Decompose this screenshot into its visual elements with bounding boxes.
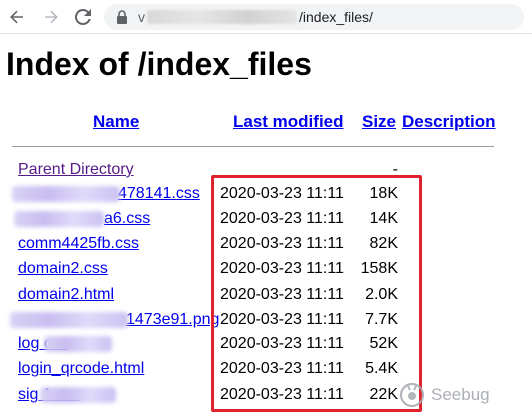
reload-icon[interactable]	[72, 6, 94, 28]
filename-redaction	[12, 186, 120, 202]
watermark: Seebug	[398, 380, 490, 410]
lock-icon	[116, 10, 128, 24]
filename-redaction	[10, 312, 128, 328]
column-header-size[interactable]: Size	[362, 112, 396, 132]
column-header-last-modified[interactable]: Last modified	[233, 112, 344, 132]
file-link[interactable]: domain2.css	[18, 256, 108, 281]
page-title: Index of /index_files	[6, 46, 312, 82]
url-host: v	[138, 9, 145, 25]
file-link[interactable]: 1473e91.png	[126, 307, 219, 332]
column-header-description[interactable]: Description	[402, 112, 496, 132]
forward-arrow-icon[interactable]	[40, 6, 62, 28]
file-link[interactable]: 478141.css	[118, 181, 200, 206]
column-header-name[interactable]: Name	[93, 112, 139, 132]
header-divider	[12, 146, 494, 147]
watermark-text: Seebug	[431, 385, 490, 404]
browser-toolbar: v /index_files/	[0, 0, 532, 34]
address-bar[interactable]: v /index_files/	[104, 4, 524, 30]
filename-redaction	[14, 211, 104, 227]
filename-redaction	[44, 336, 112, 352]
seebug-logo-icon	[399, 382, 425, 408]
back-arrow-icon[interactable]	[6, 6, 28, 28]
highlight-annotation-box	[211, 175, 422, 412]
filename-redaction	[40, 387, 116, 403]
file-link[interactable]: domain2.html	[18, 282, 114, 307]
file-link[interactable]: comm4425fb.css	[18, 231, 139, 256]
file-link[interactable]: a6.css	[104, 206, 150, 231]
url-path: /index_files/	[299, 9, 373, 25]
url-redaction	[147, 10, 297, 24]
parent-directory-link[interactable]: Parent Directory	[18, 157, 134, 182]
file-link[interactable]: login_qrcode.html	[18, 356, 144, 381]
